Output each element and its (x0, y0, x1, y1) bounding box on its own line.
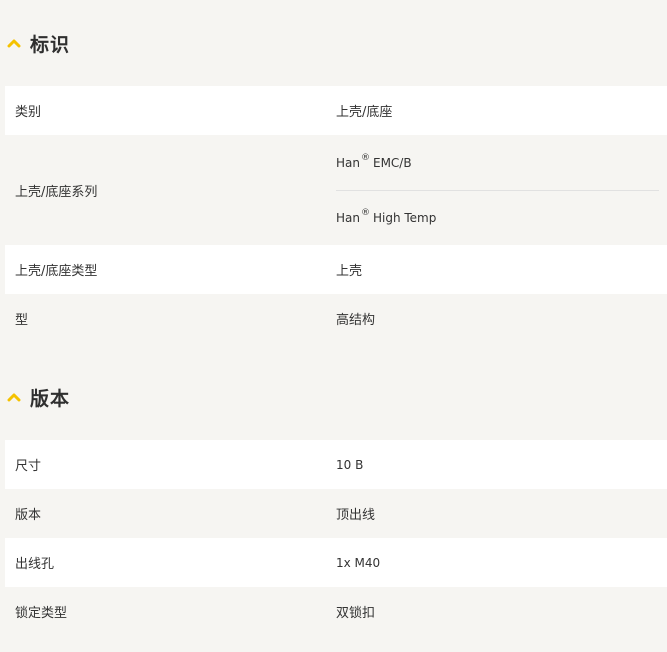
chevron-up-icon[interactable] (7, 392, 21, 402)
table-row: 出线孔 1x M40 (5, 538, 667, 587)
spec-table-identification: 类别 上壳/底座 上壳/底座系列 Han ® EMC/B Han ® High Temp… (5, 86, 667, 343)
row-value-text: 10 B (336, 457, 364, 472)
registered-mark: ® (360, 207, 370, 218)
row-value-text: 上壳 (336, 264, 363, 279)
row-label: 型 (15, 313, 29, 328)
row-value: 高结构 (336, 294, 667, 343)
row-label: 锁定类型 (15, 606, 68, 621)
brand-text: Han (336, 155, 360, 170)
row-label: 出线孔 (15, 557, 55, 572)
chevron-up-icon[interactable] (7, 38, 21, 48)
row-label: 上壳/底座类型 (15, 264, 98, 279)
brand-text: Han (336, 210, 360, 225)
row-value-text: 顶出线 (336, 508, 376, 523)
row-value-item: Han ® High Temp (336, 189, 659, 245)
table-row: 尺寸 10 B (5, 440, 667, 489)
section-version: 版本 尺寸 10 B 版本 顶出线 出线孔 1x M40 锁定类型 双锁扣 (0, 354, 667, 636)
row-value: 双锁扣 (336, 587, 667, 636)
section-header-identification[interactable]: 标识 (5, 0, 662, 86)
registered-mark: ® (360, 152, 370, 163)
row-value: 1x M40 (336, 538, 667, 587)
section-identification: 标识 类别 上壳/底座 上壳/底座系列 Han ® EMC/B Han ® High T… (0, 0, 667, 343)
table-row: 版本 顶出线 (5, 489, 667, 538)
row-value: 顶出线 (336, 489, 667, 538)
row-value-text: 高结构 (336, 313, 376, 328)
section-divider (0, 343, 667, 354)
table-row: 类别 上壳/底座 (5, 86, 667, 135)
spec-table-version: 尺寸 10 B 版本 顶出线 出线孔 1x M40 锁定类型 双锁扣 (5, 440, 667, 636)
row-label: 上壳/底座系列 (15, 184, 98, 200)
table-row: 上壳/底座类型 上壳 (5, 245, 667, 294)
row-value-list: Han ® EMC/B Han ® High Temp (336, 135, 667, 245)
table-row: 上壳/底座系列 Han ® EMC/B Han ® High Temp (5, 135, 667, 245)
row-value: 上壳 (336, 245, 667, 294)
section-title: 标识 (30, 33, 71, 56)
section-header-version[interactable]: 版本 (5, 354, 662, 440)
section-title: 版本 (30, 387, 71, 410)
table-row: 型 高结构 (5, 294, 667, 343)
row-label: 类别 (15, 105, 42, 120)
row-value-text: 双锁扣 (336, 606, 376, 621)
series-text: EMC/B (372, 155, 412, 170)
table-row: 锁定类型 双锁扣 (5, 587, 667, 636)
series-text: High Temp (372, 210, 437, 225)
row-value: 10 B (336, 440, 667, 489)
row-value-text: 上壳/底座 (336, 105, 393, 120)
row-value-text: 1x M40 (336, 555, 381, 570)
row-label: 尺寸 (15, 459, 42, 474)
row-label: 版本 (15, 508, 42, 523)
row-value-item: Han ® EMC/B (336, 136, 659, 190)
row-value: 上壳/底座 (336, 86, 667, 135)
